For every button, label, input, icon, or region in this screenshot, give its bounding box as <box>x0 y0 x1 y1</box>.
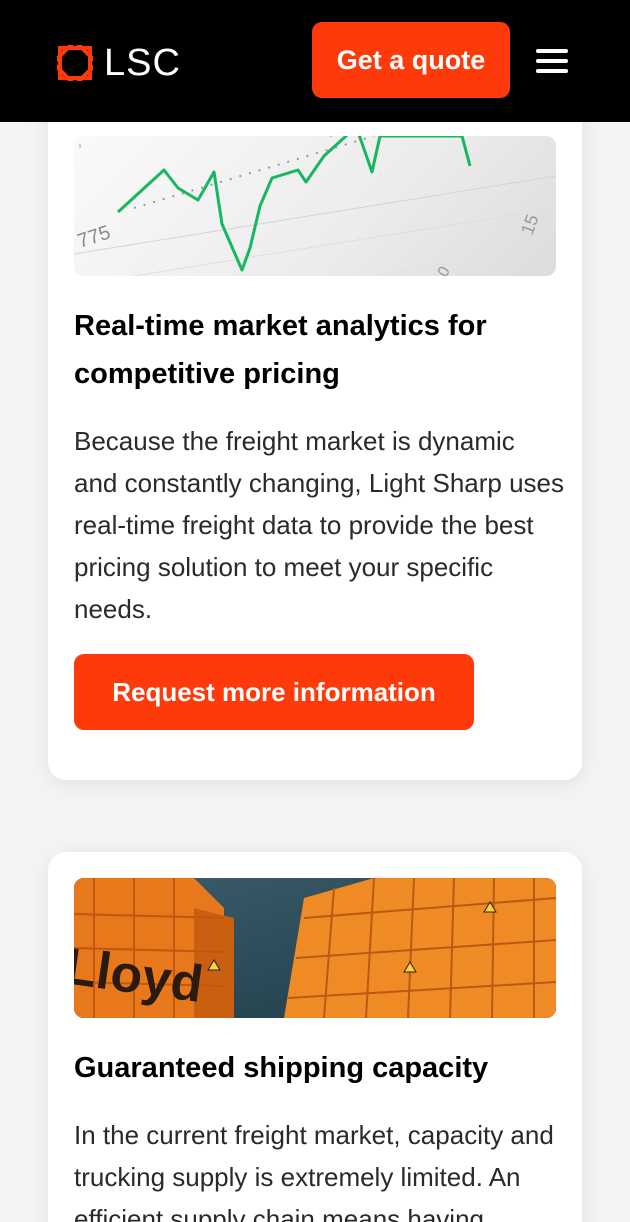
page: 775 15 0 , Real-time market analytics fo… <box>0 0 630 1222</box>
menu-bar <box>536 59 568 63</box>
site-header: LSC Get a quote <box>0 0 630 122</box>
lsc-logo[interactable]: LSC <box>50 38 198 88</box>
feature-card: Lloyd Guaranteed shipping capacity In th… <box>48 852 582 1222</box>
chart-tick-label: 775 <box>75 222 114 253</box>
chart-tick-label-4: , <box>78 136 82 149</box>
chart-tick-label-2: 15 <box>517 212 543 238</box>
request-info-button[interactable]: Request more information <box>74 654 474 730</box>
containers-illustration: Lloyd <box>74 878 556 1018</box>
chart-tick-label-3: 0 <box>435 264 454 276</box>
card-description: In the current freight market, capacity … <box>74 1120 554 1222</box>
feature-card: 775 15 0 , Real-time market analytics fo… <box>48 90 582 780</box>
analytics-chart-image: 775 15 0 , <box>74 136 556 276</box>
chart-illustration: 775 15 0 , <box>74 136 556 276</box>
logo-mark-icon <box>50 38 100 88</box>
get-a-quote-button[interactable]: Get a quote <box>312 22 510 98</box>
logo-text: LSC <box>104 42 181 84</box>
hamburger-menu-icon[interactable] <box>534 44 570 78</box>
card-title: Real-time market analytics for competiti… <box>74 310 487 390</box>
menu-bar <box>536 49 568 53</box>
card-title: Guaranteed shipping capacity <box>74 1052 489 1084</box>
shipping-containers-image: Lloyd <box>74 878 556 1018</box>
card-description: Because the freight market is dynamic an… <box>74 426 565 624</box>
menu-bar <box>536 69 568 73</box>
